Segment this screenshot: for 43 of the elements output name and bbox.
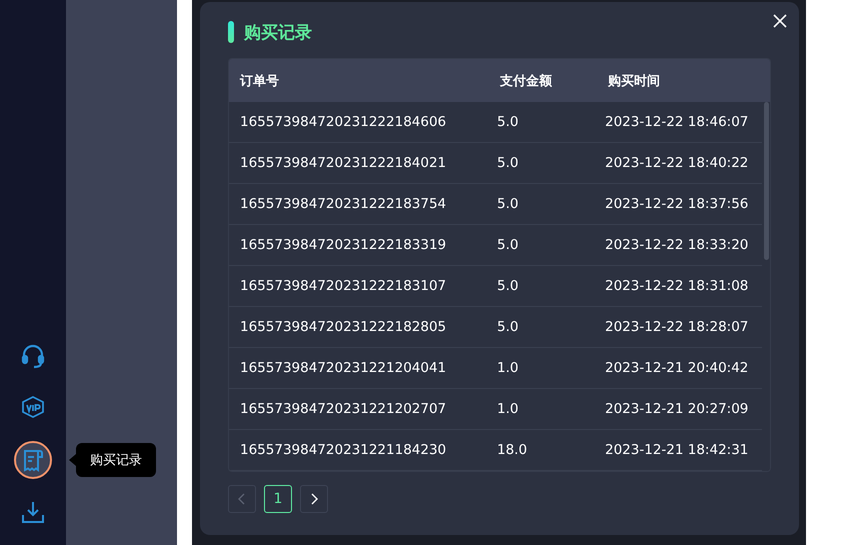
table-cell-text: 2023-12-21 20:40:42 (605, 360, 750, 376)
chevron-right-icon (310, 493, 318, 505)
close-button[interactable] (771, 12, 789, 30)
column-header: 支付金额 (500, 72, 553, 90)
table-cell-text: 165573984720231221184230 (240, 442, 448, 458)
headset-icon (20, 343, 46, 369)
table-cell-text: 2023-12-21 20:27:09 (605, 401, 750, 417)
table-cell-text: 2023-12-22 18:37:56 (605, 196, 750, 212)
column-header: 购买时间 (608, 72, 661, 90)
column-header: 订单号 (240, 72, 280, 90)
table-cell-text: 1.0 (497, 401, 520, 417)
vip-badge-icon (20, 395, 46, 421)
table-cell-text: 5.0 (497, 155, 520, 171)
table-cell-text: 2023-12-22 18:40:22 (605, 155, 750, 171)
table-cell-text: 165573984720231222184606 (240, 114, 448, 130)
chevron-left-icon (238, 493, 246, 505)
table-cell-text: 2023-12-22 18:46:07 (605, 114, 750, 130)
next-page-button[interactable] (300, 485, 328, 513)
download-icon (20, 499, 46, 525)
table-cell-text: 18.0 (497, 442, 528, 458)
table-cell-text: 5.0 (497, 278, 520, 294)
table-cell-text: 1.0 (497, 360, 520, 376)
table-cell-text: 2023-12-22 18:33:20 (605, 237, 750, 253)
table-cell-text: 165573984720231222183754 (240, 196, 448, 212)
table-cell-text: 165573984720231222184021 (240, 155, 448, 171)
title-accent-bar (228, 21, 234, 43)
table-cell-text: 2023-12-21 18:42:31 (605, 442, 750, 458)
table-cell-text: 165573984720231222183107 (240, 278, 448, 294)
scrollbar-thumb[interactable] (764, 102, 769, 260)
table-cell-text: 165573984720231221202707 (240, 401, 448, 417)
tooltip: 购买记录 (76, 443, 156, 477)
table-cell-text: 5.0 (497, 114, 520, 130)
table-cell-text: 165573984720231222183319 (240, 237, 448, 253)
table-cell-text: 165573984720231222182805 (240, 319, 448, 335)
page-button[interactable]: 1 (264, 485, 292, 513)
dialog-title: 购买记录 (244, 22, 312, 44)
table-cell-text: 5.0 (497, 196, 520, 212)
close-icon (773, 14, 787, 28)
table-cell-text: 165573984720231221204041 (240, 360, 448, 376)
table-cell-text: 5.0 (497, 319, 520, 335)
table-cell-text: 2023-12-22 18:31:08 (605, 278, 750, 294)
table-cell-text: 5.0 (497, 237, 520, 253)
table-cell-text: 2023-12-22 18:28:07 (605, 319, 750, 335)
